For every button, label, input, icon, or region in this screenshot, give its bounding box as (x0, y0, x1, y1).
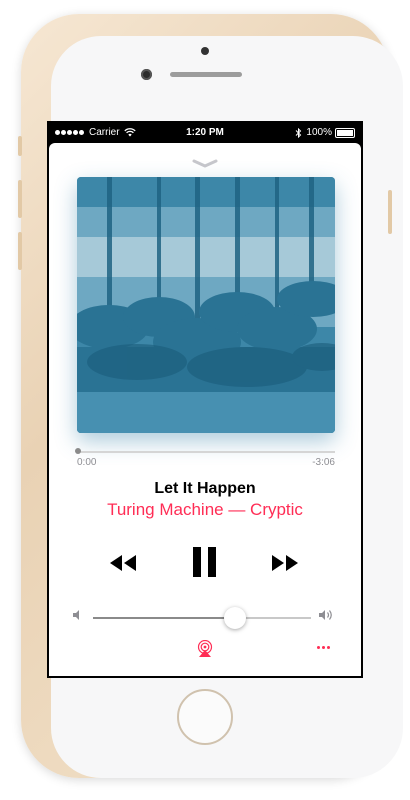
track-title: Let It Happen (154, 480, 256, 497)
speaker-high-icon (319, 610, 332, 620)
status-bar: Carrier 1:20 PM 100% (49, 123, 361, 143)
volume-up-button (18, 180, 22, 218)
front-camera (141, 69, 152, 80)
artwork-palm-trees (77, 177, 335, 433)
progress-knob[interactable] (75, 448, 81, 454)
battery-percent: 100% (306, 127, 332, 138)
bluetooth-icon (296, 127, 302, 138)
pause-icon[interactable] (191, 545, 219, 579)
home-button[interactable] (177, 689, 233, 745)
more-icon[interactable] (317, 646, 332, 649)
status-right: 100% (295, 127, 355, 138)
speaker-low-icon (73, 610, 79, 620)
now-playing-card: 0:00 -3:06 Let It Happen Turing Machine … (49, 143, 361, 676)
fast-forward-icon[interactable] (269, 549, 301, 577)
progress-track[interactable] (77, 451, 335, 453)
screen: Carrier 1:20 PM 100% 0:00 -3:06 Let It H… (47, 121, 363, 678)
earpiece-speaker (170, 72, 242, 77)
rewind-icon[interactable] (107, 549, 139, 577)
volume-knob[interactable] (223, 607, 246, 629)
album-artwork (77, 177, 335, 433)
volume-down-button (18, 232, 22, 270)
elapsed-time: 0:00 (77, 457, 97, 468)
volume-fill (93, 617, 235, 619)
chevron-down-icon[interactable] (192, 159, 218, 169)
remaining-time: -3:06 (312, 457, 335, 468)
proximity-sensor (201, 47, 209, 55)
mute-switch (18, 136, 22, 156)
artist-album[interactable]: Turing Machine — Cryptic (49, 500, 361, 520)
airplay-icon[interactable] (196, 640, 214, 658)
battery-icon (335, 127, 355, 138)
power-button (388, 190, 392, 234)
